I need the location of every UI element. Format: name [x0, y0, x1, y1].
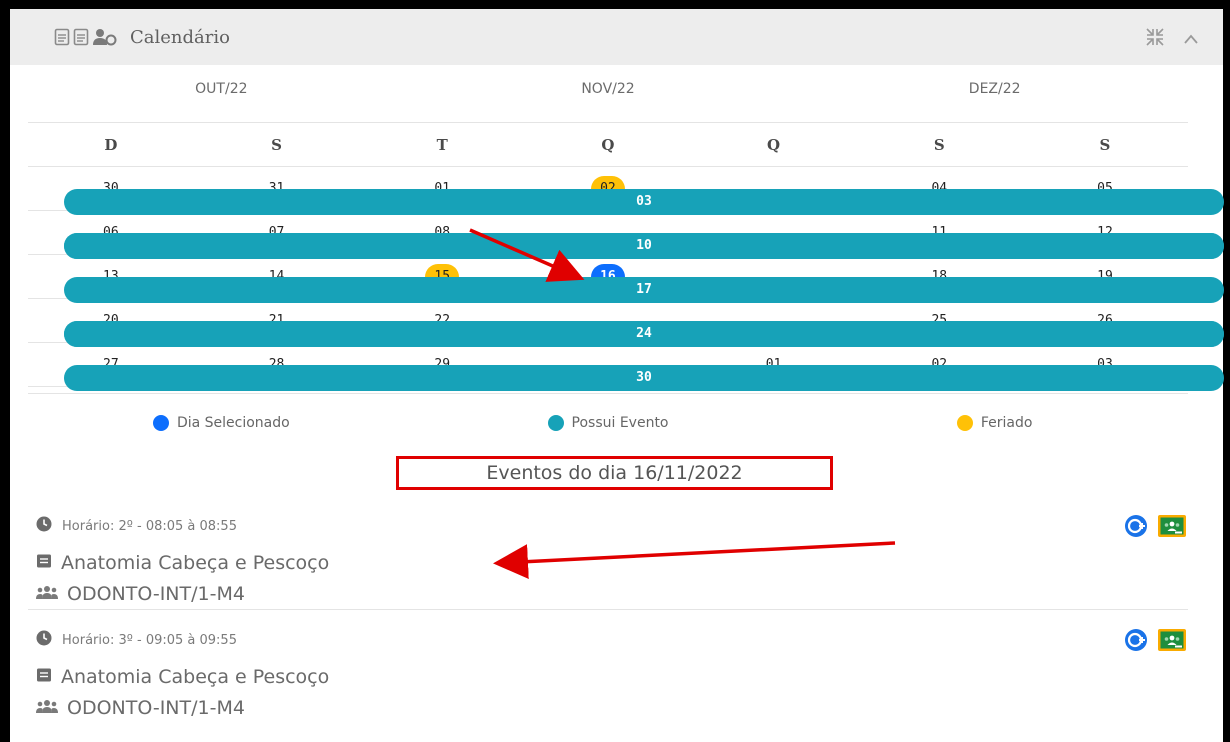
- users-icon: [92, 28, 118, 46]
- document-icon: [73, 28, 89, 46]
- weekday-label: Q: [767, 135, 781, 154]
- weekday-label: D: [104, 135, 118, 154]
- add-to-calendar-icon[interactable]: [1124, 628, 1148, 656]
- event-actions: [1124, 514, 1186, 542]
- day-event[interactable]: 03: [64, 188, 1224, 215]
- group-icon: [36, 697, 58, 719]
- legend-label: Dia Selecionado: [176, 415, 290, 431]
- book-icon: [36, 552, 52, 574]
- weekday-label: T: [436, 135, 448, 154]
- calendar-week-row: 06070809101112: [28, 211, 1224, 259]
- legend-label: Feriado: [980, 415, 1033, 431]
- events-title: Eventos do dia 16/11/2022: [396, 456, 833, 490]
- event-class: ODONTO-INT/1-M4: [36, 580, 1196, 608]
- weekday-label: S: [1099, 135, 1111, 154]
- screenshot-border-top: [0, 0, 1230, 9]
- month-navigation: OUT/22 NOV/22 DEZ/22: [28, 56, 1188, 122]
- event-time-label: Horário: 2º - 08:05 à 08:55: [62, 518, 237, 534]
- calendar-week-row: 20212223242526: [28, 299, 1224, 347]
- document-icon: [54, 28, 70, 46]
- calendar-week-row: 13141516171819: [28, 255, 1224, 303]
- legend-label: Possui Evento: [571, 415, 669, 431]
- event-class: ODONTO-INT/1-M4: [36, 694, 1196, 722]
- event-time: Horário: 3º - 09:05 à 09:55: [36, 628, 1196, 652]
- book-icon: [36, 666, 52, 688]
- compress-icon[interactable]: [1145, 27, 1165, 51]
- event-time: Horário: 2º - 08:05 à 08:55: [36, 514, 1196, 538]
- day-event[interactable]: 17: [64, 276, 1224, 303]
- screenshot-border-left: [0, 0, 10, 742]
- legend-selected: Dia Selecionado: [28, 405, 415, 441]
- header-controls: [1145, 27, 1199, 51]
- event-subject: Anatomia Cabeça e Pescoço: [36, 660, 1196, 694]
- screenshot-border-right: [1223, 0, 1230, 742]
- month-prev[interactable]: OUT/22: [28, 56, 415, 122]
- event-subject-label: Anatomia Cabeça e Pescoço: [61, 666, 330, 688]
- day-event[interactable]: 10: [64, 232, 1224, 259]
- event-time-label: Horário: 3º - 09:05 à 09:55: [62, 632, 237, 648]
- group-icon: [36, 583, 58, 605]
- selected-dot-icon: [152, 415, 169, 431]
- month-current[interactable]: NOV/22: [415, 56, 802, 122]
- weekday-header-row: D S T Q Q S S: [28, 123, 1188, 167]
- event-item: Horário: 2º - 08:05 à 08:55 Anatomia Cab…: [36, 514, 1196, 608]
- weekday-label: Q: [601, 135, 615, 154]
- google-classroom-icon[interactable]: [1158, 515, 1186, 541]
- google-classroom-icon[interactable]: [1158, 629, 1186, 655]
- day-event[interactable]: 30: [64, 364, 1224, 391]
- event-class-label: ODONTO-INT/1-M4: [67, 697, 245, 719]
- day-event[interactable]: 24: [64, 320, 1224, 347]
- event-divider: [28, 609, 1188, 610]
- event-class-label: ODONTO-INT/1-M4: [67, 583, 245, 605]
- month-next[interactable]: DEZ/22: [801, 56, 1188, 122]
- add-to-calendar-icon[interactable]: [1124, 514, 1148, 542]
- legend-holiday: Feriado: [801, 405, 1188, 441]
- holiday-dot-icon: [956, 415, 973, 431]
- calendar-week-row: 27282930010203: [28, 343, 1224, 391]
- clock-icon: [36, 516, 52, 536]
- event-actions: [1124, 628, 1186, 656]
- legend-event: Possui Evento: [415, 405, 802, 441]
- header-icons: [54, 28, 118, 46]
- calendar-legend: Dia Selecionado Possui Evento Feriado: [28, 405, 1188, 441]
- weekday-label: S: [271, 135, 282, 154]
- divider: [28, 393, 1188, 394]
- event-subject-label: Anatomia Cabeça e Pescoço: [61, 552, 330, 574]
- event-item: Horário: 3º - 09:05 à 09:55 Anatomia Cab…: [36, 628, 1196, 722]
- clock-icon: [36, 630, 52, 650]
- card-title: Calendário: [130, 26, 230, 48]
- weekday-label: S: [933, 135, 945, 154]
- event-subject: Anatomia Cabeça e Pescoço: [36, 546, 1196, 580]
- calendar-week-row: 30310102030405: [28, 167, 1224, 215]
- event-dot-icon: [547, 415, 564, 431]
- chevron-up-icon[interactable]: [1183, 30, 1199, 49]
- calendar-grid: D S T Q Q S S 30310102030405060708091011…: [28, 123, 1224, 391]
